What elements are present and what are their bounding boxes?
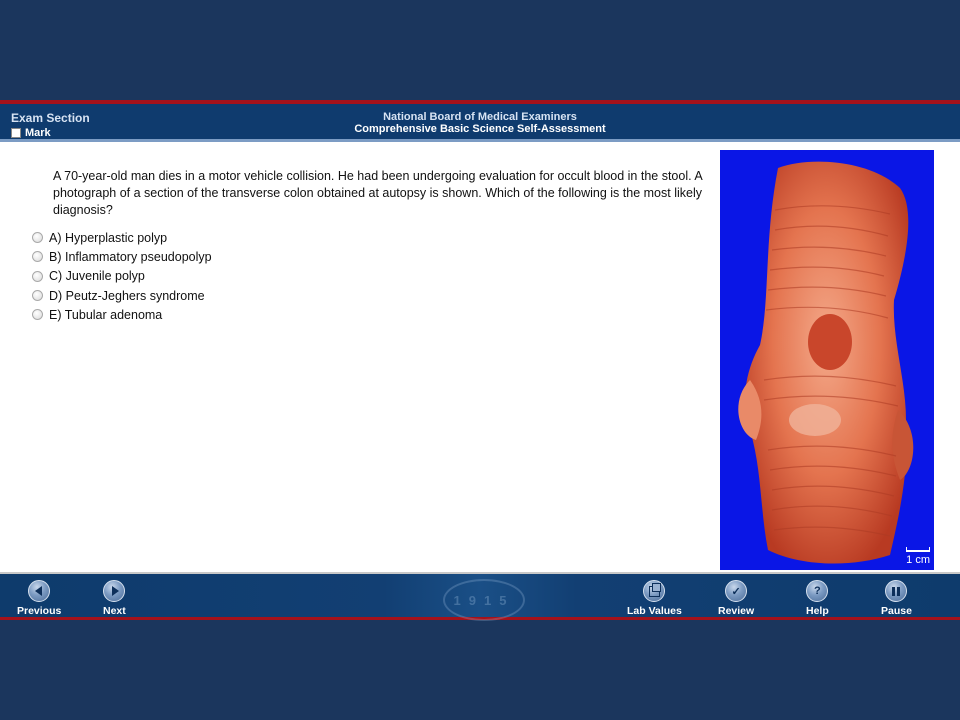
choice-a-radio[interactable] bbox=[32, 232, 43, 244]
help-button[interactable]: ? Help bbox=[806, 580, 829, 617]
question-mark-icon: ? bbox=[806, 580, 829, 602]
header-bar: Exam Section Mark National Board of Medi… bbox=[0, 100, 960, 142]
lab-values-button[interactable]: Lab Values bbox=[627, 580, 682, 617]
choice-b-label: B) Inflammatory pseudopolyp bbox=[49, 249, 212, 264]
header-center: National Board of Medical Examiners Comp… bbox=[0, 111, 960, 135]
pause-button[interactable]: Pause bbox=[881, 580, 912, 617]
previous-button[interactable]: Previous bbox=[17, 580, 61, 617]
choice-e-radio[interactable] bbox=[32, 309, 43, 321]
previous-label: Previous bbox=[17, 605, 62, 617]
exam-title: Comprehensive Basic Science Self-Assessm… bbox=[354, 123, 606, 135]
lab-values-icon bbox=[643, 580, 666, 602]
pause-label: Pause bbox=[881, 605, 912, 617]
choice-c-radio[interactable] bbox=[32, 270, 43, 282]
answer-choices: A) Hyperplastic polyp B) Inflammatory ps… bbox=[32, 228, 212, 324]
question-panel: A 70-year-old man dies in a motor vehicl… bbox=[0, 142, 960, 574]
choice-d-radio[interactable] bbox=[32, 290, 43, 302]
choice-e-label: E) Tubular adenoma bbox=[49, 307, 163, 322]
colon-specimen-photo: 1 cm bbox=[720, 150, 934, 570]
review-button[interactable]: ✓ Review bbox=[718, 580, 754, 617]
previous-arrow-icon bbox=[28, 580, 51, 602]
choice-c-label: C) Juvenile polyp bbox=[49, 269, 145, 284]
scale-bar: 1 cm bbox=[906, 547, 930, 566]
choice-c[interactable]: C) Juvenile polyp bbox=[32, 267, 212, 286]
lab-values-label: Lab Values bbox=[627, 605, 682, 617]
choice-a[interactable]: A) Hyperplastic polyp bbox=[32, 228, 212, 247]
nbme-seal-watermark: 1915 bbox=[443, 579, 525, 621]
pause-icon bbox=[885, 580, 908, 602]
help-label: Help bbox=[806, 605, 829, 617]
footer-nav-bar: 1915 Previous Next Lab Values ✓ Review ?… bbox=[0, 574, 960, 621]
next-button[interactable]: Next bbox=[103, 580, 126, 617]
choice-d-label: D) Peutz-Jeghers syndrome bbox=[49, 288, 205, 303]
colon-specimen-image bbox=[738, 161, 914, 564]
choice-b-radio[interactable] bbox=[32, 251, 43, 263]
question-stem: A 70-year-old man dies in a motor vehicl… bbox=[53, 169, 703, 217]
next-arrow-icon bbox=[103, 580, 126, 602]
scale-bar-label: 1 cm bbox=[906, 554, 930, 566]
exam-window: Exam Section Mark National Board of Medi… bbox=[0, 100, 960, 621]
checkmark-icon: ✓ bbox=[725, 580, 748, 602]
choice-e[interactable]: E) Tubular adenoma bbox=[32, 305, 212, 324]
scale-bar-line bbox=[906, 547, 930, 552]
choice-b[interactable]: B) Inflammatory pseudopolyp bbox=[32, 247, 212, 266]
choice-d[interactable]: D) Peutz-Jeghers syndrome bbox=[32, 286, 212, 305]
next-label: Next bbox=[103, 605, 126, 617]
review-label: Review bbox=[718, 605, 755, 617]
choice-a-label: A) Hyperplastic polyp bbox=[49, 230, 168, 245]
organization-name: National Board of Medical Examiners bbox=[383, 111, 577, 123]
